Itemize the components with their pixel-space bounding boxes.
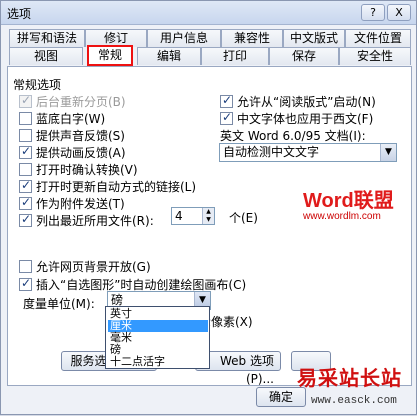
units-dropdown-list[interactable]: 英寸 厘米 毫米 磅 十二点活字 (105, 306, 210, 369)
option-label: 提供声音反馈(S) (36, 129, 125, 143)
option-animation-feedback[interactable]: 提供动画反馈(A) (19, 144, 126, 161)
units-value: 磅 (111, 293, 124, 307)
checkbox[interactable] (19, 276, 32, 291)
checkbox[interactable] (19, 93, 32, 108)
option-label: 打开时确认转换(V) (36, 163, 138, 177)
recent-files-unit: 个(E) (229, 211, 258, 225)
recent-files-stepper[interactable]: 4 ▲ ▼ (171, 207, 215, 225)
checkbox[interactable] (19, 212, 32, 227)
units-label: 度量单位(M): (23, 297, 95, 311)
help-button[interactable]: ? (361, 4, 385, 21)
option-update-links[interactable]: 打开时更新自动方式的链接(L) (19, 178, 196, 195)
units-option-mm[interactable]: 毫米 (108, 332, 208, 344)
close-button[interactable]: X (387, 4, 411, 21)
checkbox[interactable] (19, 163, 32, 176)
tab-print[interactable]: 打印 (201, 47, 269, 65)
option-label: 后台重新分页(B) (36, 95, 126, 109)
site-watermark-text: 易采站长站 (297, 366, 402, 390)
tab-save[interactable]: 保存 (269, 47, 339, 65)
checkbox[interactable] (19, 178, 32, 193)
checkbox[interactable] (19, 129, 32, 142)
option-blue-background[interactable]: 蓝底白字(W) (19, 110, 105, 127)
english-docs-value: 自动检测中文文字 (223, 145, 320, 159)
chevron-down-icon[interactable]: ▼ (380, 144, 396, 161)
option-label: 列出最近所用文件(R): (36, 214, 154, 228)
checkbox[interactable] (220, 93, 233, 108)
option-send-as-attachment[interactable]: 作为附件发送(T) (19, 195, 125, 212)
checkbox[interactable] (220, 110, 233, 125)
site-watermark-url: www.easck.com (311, 395, 397, 407)
english-docs-select[interactable]: 自动检测中文文字 ▼ (219, 143, 397, 162)
checkbox[interactable] (19, 144, 32, 159)
tab-edit[interactable]: 编辑 (137, 47, 201, 65)
stepper-up-icon[interactable]: ▲ (202, 208, 214, 216)
tab-chinese-layout[interactable]: 中文版式 (283, 29, 345, 47)
tab-compatibility[interactable]: 兼容性 (221, 29, 283, 47)
option-confirm-conversion[interactable]: 打开时确认转换(V) (19, 161, 138, 178)
option-web-background[interactable]: 允许网页背景开放(G) (19, 258, 151, 275)
option-recent-files[interactable]: 列出最近所用文件(R): (19, 212, 154, 229)
option-label: 蓝底白字(W) (36, 112, 106, 126)
option-label: 中文字体也应用于西文(F) (237, 112, 374, 126)
option-allow-reading-layout[interactable]: 允许从“阅读版式”启动(N) (220, 93, 376, 110)
units-option-pica[interactable]: 十二点活字 (108, 356, 208, 368)
stepper-down-icon[interactable]: ▼ (202, 216, 214, 224)
tab-user-info[interactable]: 用户信息 (147, 29, 221, 47)
options-dialog: 选项 ? X 拼写和语法 修订 用户信息 兼容性 中文版式 文件位置 视图 常规… (0, 0, 417, 415)
option-chinese-font-western[interactable]: 中文字体也应用于西文(F) (220, 110, 373, 127)
watermark-url: www.wordlm.com (303, 211, 381, 222)
title-bar: 选项 ? X (1, 1, 416, 25)
watermark-logo: Word联盟 (303, 190, 394, 212)
tab-general[interactable]: 常规 (87, 45, 133, 66)
english-docs-label: 英文 Word 6.0/95 文档(I): (220, 129, 366, 143)
tab-spelling-grammar[interactable]: 拼写和语法 (9, 29, 85, 47)
tab-view[interactable]: 视图 (9, 47, 83, 65)
option-label: 允许网页背景开放(G) (36, 260, 151, 274)
checkbox[interactable] (19, 195, 32, 210)
checkbox[interactable] (19, 112, 32, 125)
tab-strip: 拼写和语法 修订 用户信息 兼容性 中文版式 文件位置 视图 常规 编辑 打印 … (7, 29, 412, 69)
option-label: 作为附件发送(T) (36, 197, 125, 211)
checkbox[interactable] (19, 260, 32, 273)
dialog-title: 选项 (7, 7, 32, 21)
site-watermark: 易采站长站 www.easck.com (259, 361, 417, 416)
option-sound-feedback[interactable]: 提供声音反馈(S) (19, 127, 125, 144)
option-label: 打开时更新自动方式的链接(L) (36, 180, 197, 194)
option-label: 提供动画反馈(A) (36, 146, 126, 160)
recent-files-value: 4 (175, 209, 183, 223)
option-background-repagination[interactable]: 后台重新分页(B) (19, 93, 126, 110)
option-label: 允许从“阅读版式”启动(N) (237, 95, 376, 109)
tab-security[interactable]: 安全性 (339, 47, 411, 65)
tab-file-locations[interactable]: 文件位置 (345, 29, 411, 47)
section-title: 常规选项 (13, 78, 62, 92)
